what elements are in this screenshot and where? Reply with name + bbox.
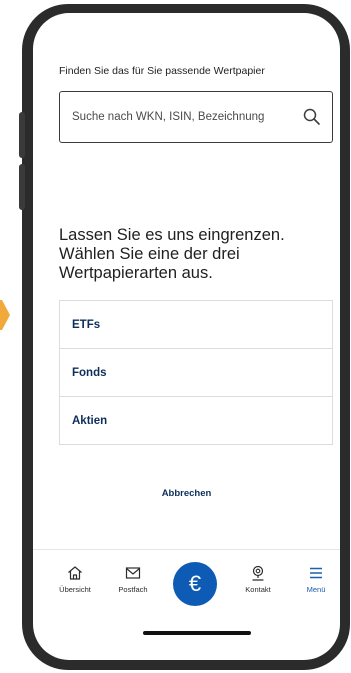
menu-icon xyxy=(310,567,322,579)
tab-overview-label: Übersicht xyxy=(59,585,91,594)
tab-menu[interactable]: Menü xyxy=(288,564,340,594)
phone-screen: Finden Sie das für Sie passende Wertpapi… xyxy=(33,13,340,660)
search-icon[interactable] xyxy=(302,107,322,127)
tab-menu-label: Menü xyxy=(306,585,326,594)
security-type-fonds[interactable]: Fonds xyxy=(59,349,333,397)
security-type-aktien[interactable]: Aktien xyxy=(59,397,333,445)
tab-contact-label: Kontakt xyxy=(245,585,271,594)
phone-side-button xyxy=(19,164,25,210)
security-type-etfs[interactable]: ETFs xyxy=(59,301,333,349)
mail-icon xyxy=(125,567,141,579)
app-stage: Finden Sie das für Sie passende Wertpapi… xyxy=(0,0,351,673)
search-field[interactable]: Suche nach WKN, ISIN, Bezeichnung xyxy=(59,91,333,143)
home-icon xyxy=(68,566,82,580)
tab-overview[interactable]: Übersicht xyxy=(47,564,103,594)
tab-mailbox-label: Postfach xyxy=(118,585,148,594)
contact-icon xyxy=(252,565,264,581)
tab-mailbox[interactable]: Postfach xyxy=(105,564,161,594)
page-headline: Finden Sie das für Sie passende Wertpapi… xyxy=(59,65,265,77)
euro-icon: € xyxy=(188,571,202,596)
tab-contact[interactable]: Kontakt xyxy=(230,564,286,594)
euro-action-button[interactable]: € xyxy=(173,562,217,606)
search-input[interactable]: Suche nach WKN, ISIN, Bezeichnung xyxy=(72,111,264,123)
bottom-tab-bar: Übersicht Postfach € Kontakt Menü xyxy=(33,549,340,614)
home-indicator[interactable] xyxy=(143,631,251,635)
security-type-list: ETFs Fonds Aktien xyxy=(59,300,333,445)
side-accent-arrow xyxy=(0,300,10,330)
phone-side-button xyxy=(19,112,25,158)
narrow-down-prompt: Lassen Sie es uns eingrenzen. Wählen Sie… xyxy=(59,226,285,282)
cancel-button[interactable]: Abbrechen xyxy=(33,488,340,499)
